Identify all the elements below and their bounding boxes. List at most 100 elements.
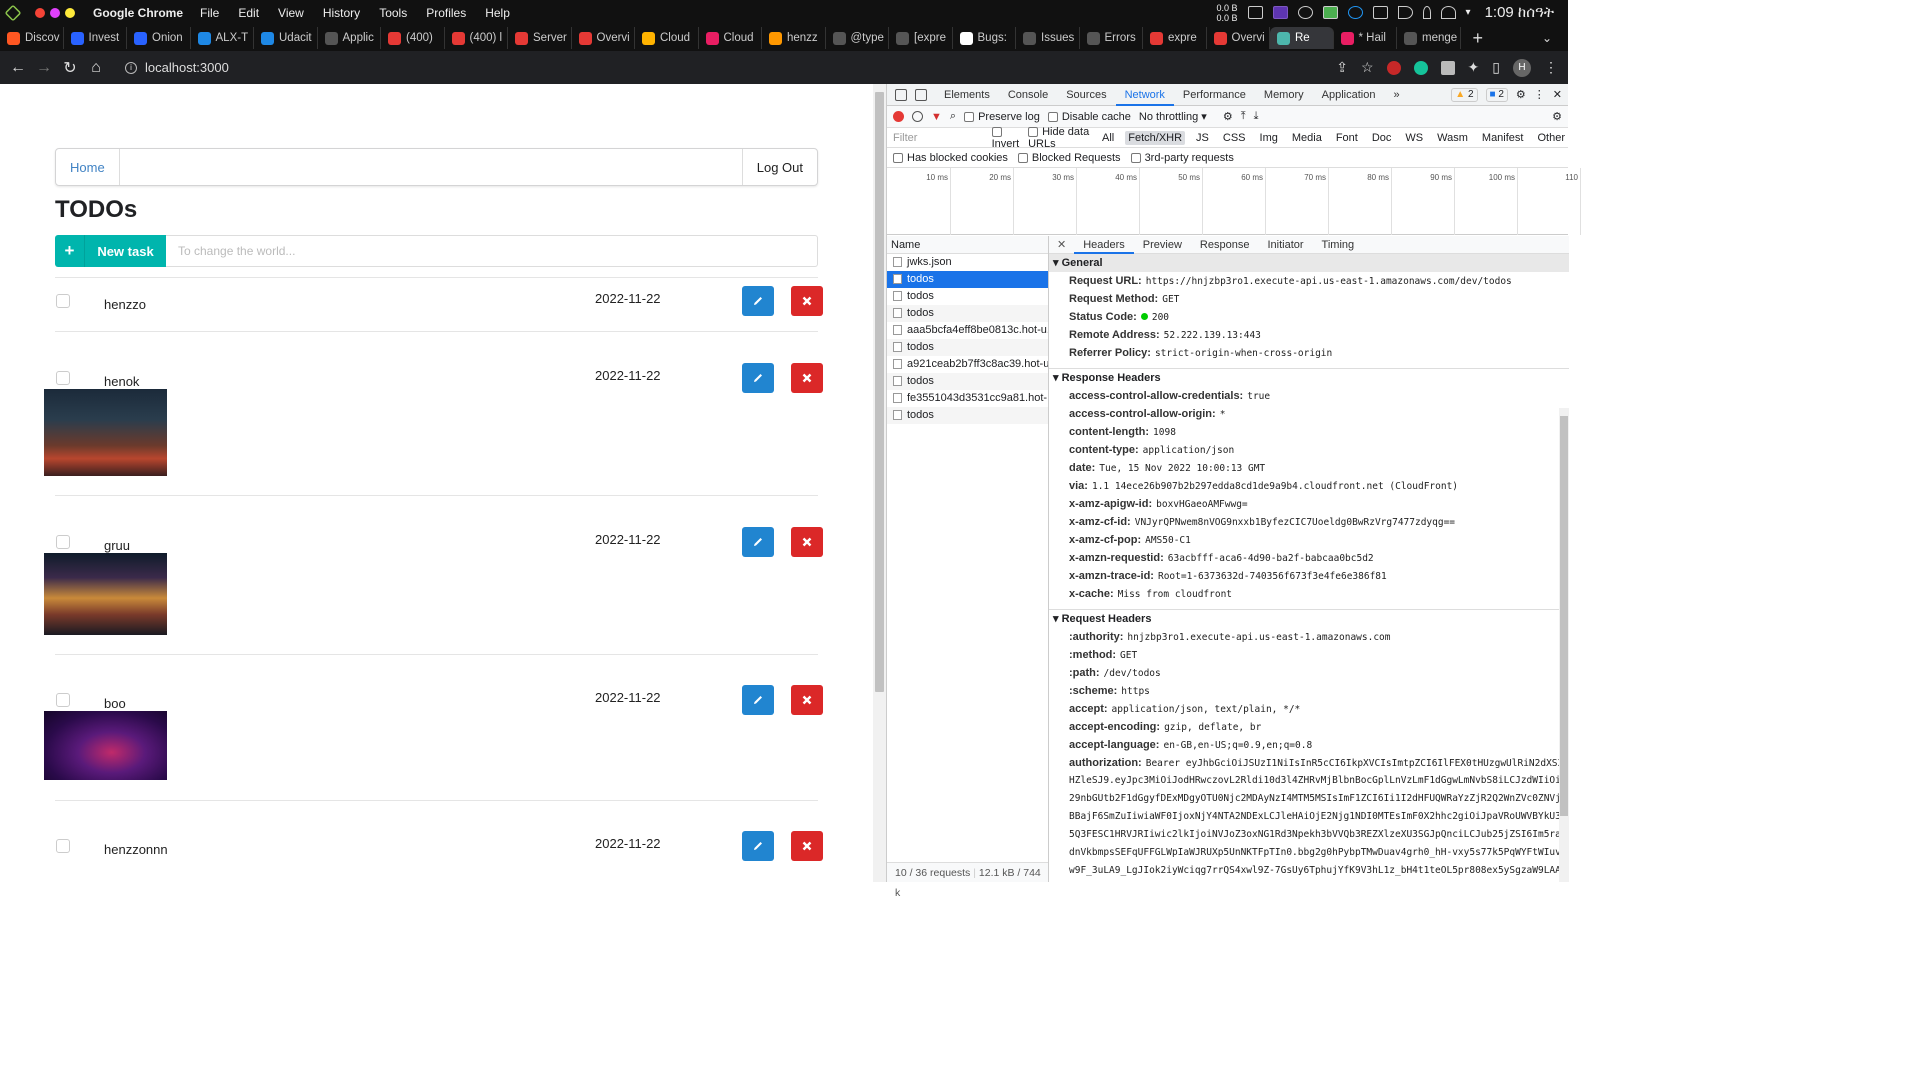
general-section-header[interactable]: ▾ General [1049, 254, 1569, 272]
network-conditions-icon[interactable]: ⚙ [1223, 110, 1233, 123]
browser-tab[interactable]: Server [508, 27, 572, 49]
filter-funnel-icon[interactable]: ▼ [931, 111, 942, 123]
filter-type-ws[interactable]: WS [1402, 131, 1426, 145]
response-header-value[interactable]: Miss from cloudfront [1118, 589, 1232, 600]
request-row[interactable]: todos [887, 305, 1048, 322]
invert-checkbox[interactable]: Invert [991, 126, 1021, 150]
devtools-tab-performance[interactable]: Performance [1174, 84, 1255, 106]
devtools-tab-memory[interactable]: Memory [1255, 84, 1313, 106]
browser-tab[interactable]: (400) [381, 27, 445, 49]
request-header-value[interactable]: /dev/todos [1104, 668, 1161, 679]
new-task-input[interactable] [166, 235, 818, 267]
request-header-value[interactable]: Bearer eyJhbGciOiJSUzI1NiIsInR5cCI6IkpXV… [1146, 758, 1569, 769]
detail-tab-timing[interactable]: Timing [1313, 236, 1364, 254]
page-scrollbar[interactable] [873, 84, 886, 882]
browser-tab[interactable]: menge [1397, 27, 1461, 49]
wifi-icon[interactable] [1440, 6, 1456, 19]
os-menu-view[interactable]: View [278, 6, 304, 20]
filter-type-media[interactable]: Media [1289, 131, 1325, 145]
response-header-value[interactable]: true [1247, 391, 1270, 402]
os-menu-history[interactable]: History [323, 6, 360, 20]
filter-type-fetchxhr[interactable]: Fetch/XHR [1125, 130, 1186, 145]
network-timeline-overview[interactable]: 10 ms 20 ms 30 ms 40 ms 50 ms 60 ms 70 ms 80 ms… [887, 168, 1581, 235]
bluetooth-icon[interactable] [1422, 6, 1431, 19]
response-header-value[interactable]: boxvHGaeoAMFwwg= [1156, 499, 1248, 510]
clear-icon[interactable] [912, 111, 923, 122]
request-row[interactable]: aaa5bcfa4eff8be0813c.hot-u... [887, 322, 1048, 339]
close-window-icon[interactable] [35, 7, 45, 18]
filter-type-img[interactable]: Img [1257, 131, 1281, 145]
os-menu-tools[interactable]: Tools [379, 6, 407, 20]
filter-type-doc[interactable]: Doc [1369, 131, 1395, 145]
extensions-puzzle-icon[interactable]: ✦ [1468, 59, 1480, 76]
detail-tab-preview[interactable]: Preview [1134, 236, 1191, 254]
more-menu-icon[interactable]: ⋮ [1544, 59, 1558, 76]
authorization-token-line[interactable]: 29nbGUtb2F1dGgyfDExMDgyOTU0Njc2MDAyNzI4M… [1049, 790, 1569, 808]
detail-tab-initiator[interactable]: Initiator [1258, 236, 1312, 254]
omnibox[interactable]: i localhost:3000 [125, 55, 1305, 81]
os-menu-help[interactable]: Help [485, 6, 510, 20]
request-header-value[interactable]: gzip, deflate, br [1164, 722, 1261, 733]
general-value[interactable]: GET [1162, 294, 1179, 305]
network-settings-icon[interactable]: ⚙ [1552, 110, 1562, 123]
response-header-value[interactable]: VNJyrQPNwem8nVOG9nxxb1ByfezCIC7Uoeldg0Bw… [1135, 517, 1455, 528]
extension-icon[interactable] [1386, 60, 1401, 75]
request-header-value[interactable]: application/json, text/plain, */* [1112, 704, 1301, 715]
response-header-value[interactable]: AMS50-C1 [1145, 535, 1191, 546]
general-value[interactable]: 200 [1152, 312, 1169, 323]
clock[interactable]: 1:09 ከሰዓት [1485, 4, 1554, 21]
todo-done-checkbox[interactable] [56, 294, 70, 308]
os-menu-edit[interactable]: Edit [238, 6, 259, 20]
search-icon[interactable]: ⌕ [950, 110, 956, 123]
home-link[interactable]: Home [56, 149, 120, 185]
url-text[interactable]: localhost:3000 [145, 60, 229, 75]
close-devtools-icon[interactable]: ✕ [1553, 88, 1562, 101]
maximize-window-icon[interactable] [65, 7, 75, 18]
browser-tab[interactable]: [expre [889, 27, 953, 49]
warnings-badge[interactable]: ▲ 2 [1451, 87, 1478, 102]
filter-type-manifest[interactable]: Manifest [1479, 131, 1527, 145]
authorization-token-line[interactable]: dnVkbmpsSEFqUFFGLWpIaWJRUXp5UnNKTFpTIn0.… [1049, 844, 1569, 862]
profile-avatar[interactable]: H [1513, 58, 1531, 77]
delete-todo-button[interactable] [791, 527, 823, 557]
request-header-value[interactable]: en-GB,en-US;q=0.9,en;q=0.8 [1163, 740, 1312, 751]
disable-cache-checkbox[interactable]: Disable cache [1047, 111, 1131, 123]
request-header-value[interactable]: https [1121, 686, 1150, 697]
filter-type-css[interactable]: CSS [1220, 131, 1249, 145]
filter-type-font[interactable]: Font [1333, 131, 1361, 145]
response-header-value[interactable]: 1098 [1153, 427, 1176, 438]
todo-done-checkbox[interactable] [56, 693, 70, 707]
devtools-tab-console[interactable]: Console [999, 84, 1057, 106]
throttling-select[interactable]: No throttling ▾ [1139, 110, 1207, 123]
response-header-value[interactable]: application/json [1143, 445, 1235, 456]
devtools-tab-network[interactable]: Network [1115, 84, 1174, 106]
clipboard-icon[interactable] [1372, 6, 1388, 19]
edit-todo-button[interactable] [742, 286, 774, 316]
hide-data-urls-checkbox[interactable]: Hide data URLs [1028, 126, 1091, 150]
more-tabs-icon[interactable]: » [1384, 84, 1408, 106]
device-toolbar-icon[interactable] [915, 88, 927, 101]
response-header-value[interactable]: 1.1 14ece26b907b2b297edda8cd1de9a9b4.clo… [1092, 481, 1458, 492]
authorization-token-line[interactable]: HZleSJ9.eyJpc3MiOiJodHRwczovL2Rldi10d3l4… [1049, 772, 1569, 790]
general-value[interactable]: https://hnjzbp3ro1.execute-api.us-east-1… [1146, 276, 1512, 287]
browser-tab[interactable]: Overvi [1207, 27, 1270, 49]
request-row[interactable]: todos [887, 407, 1048, 424]
browser-tab[interactable]: Cloud [699, 27, 762, 49]
request-headers-header[interactable]: ▾ Request Headers [1049, 610, 1569, 628]
todo-done-checkbox[interactable] [56, 535, 70, 549]
reload-icon[interactable]: ↻ [57, 58, 83, 78]
home-icon[interactable]: ⌂ [83, 59, 109, 77]
minimize-window-icon[interactable] [50, 7, 60, 18]
browser-tab[interactable]: ALX-T [191, 27, 254, 49]
browser-tab[interactable]: Cloud [635, 27, 699, 49]
todo-done-checkbox[interactable] [56, 371, 70, 385]
delete-todo-button[interactable] [791, 831, 823, 861]
edit-todo-button[interactable] [742, 831, 774, 861]
browser-tab[interactable]: Re [1270, 27, 1334, 49]
request-header-value[interactable]: GET [1120, 650, 1137, 661]
volume-icon[interactable] [1397, 6, 1413, 19]
chevron-down-icon[interactable]: ▾ [1466, 7, 1471, 18]
extension-2-icon[interactable] [1440, 60, 1455, 75]
authorization-token-line[interactable]: w9F_3uLA9_LgJIok2iyWciqg7rrQS4xwl9Z-7GsU… [1049, 862, 1569, 880]
general-value[interactable]: 52.222.139.13:443 [1164, 330, 1261, 341]
